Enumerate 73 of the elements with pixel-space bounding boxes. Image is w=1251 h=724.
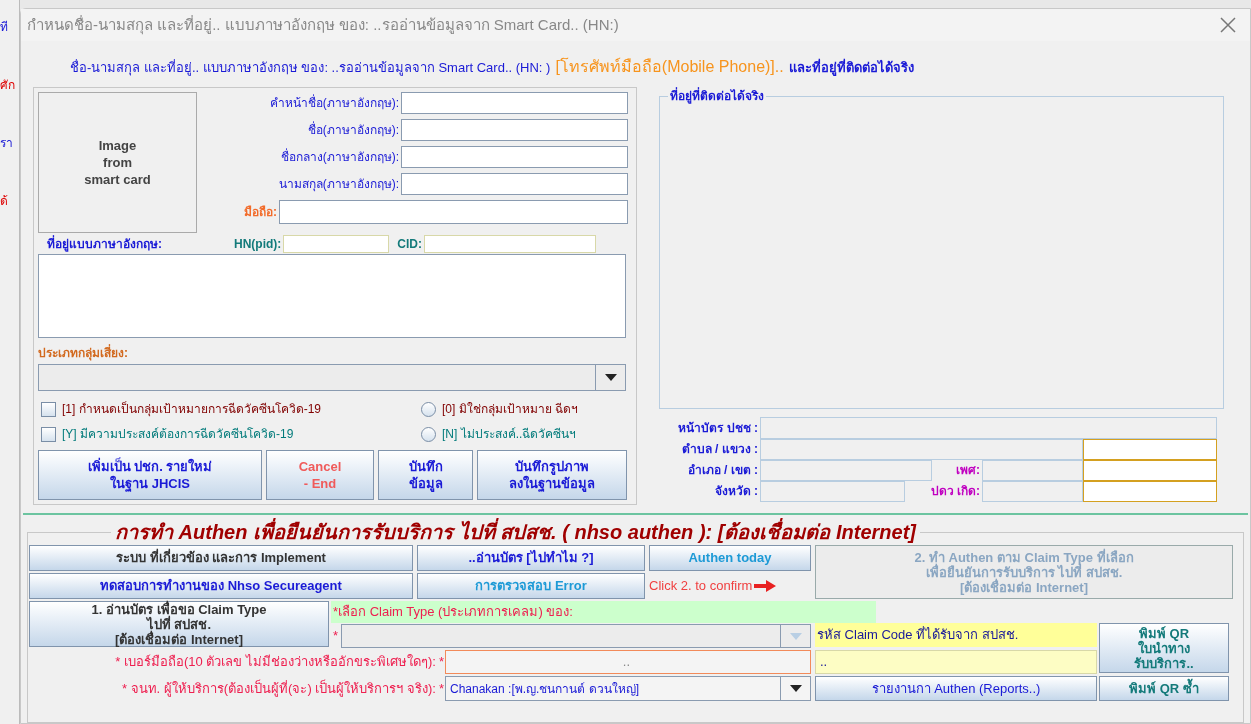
dropdown[interactable]: Chanakan :[พ.ญ.ชนกานต์ ดวนใหญ่] [445,676,811,701]
contact-legend: ที่อยู่ที่ติดต่อได้จริง [668,87,766,105]
text-field[interactable] [1083,481,1217,502]
heading-tail-text: และที่อยู่ที่ติดต่อได้จริง [788,58,914,78]
address-label: ที่อยู่แบบภาษาอังกฤษ: [47,234,163,253]
text-field[interactable] [401,92,628,114]
option-label: [Y] มีความประสงค์ต้องการฉีดวัคซีนโควิด-19 [62,426,294,443]
radio-button[interactable] [421,426,436,442]
text-field[interactable] [760,481,905,502]
arrow-right-icon [754,580,777,592]
read-card-button[interactable]: 1. อ่านบัตร เพื่อขอ Claim Type ไปที่ สปสช. [ต้องเชื่อมต่อ Internet] [29,601,329,647]
required-mark: * [438,679,444,698]
field-label: ตำบล / แขวง : [680,441,759,458]
required-mark: * [438,653,444,672]
background-text: ด้ [0,193,9,210]
heading-phone-text: [โทรศัพท์มือถือ(Mobile Phone)].. [555,56,784,77]
checkbox[interactable] [41,426,56,442]
text-field[interactable] [760,417,1217,439]
risk-group-label: ประเภทกลุ่มเสี่ยง: [38,344,129,362]
authen-button[interactable]: ทดสอบการทำงานของ Nhso Secureagent [29,573,413,599]
print-qr-button[interactable]: พิมพ์ QR ใบนำทาง รับบริการ.. [1099,623,1229,673]
field-label: จังหวัด : [713,483,759,500]
text-field[interactable] [760,439,1083,460]
cid-field[interactable] [424,234,596,253]
text-field[interactable] [1083,439,1217,460]
field-label: หน้าบัตร ปชช : [677,420,759,437]
photo-placeholder-text: Image from smart card [84,137,151,188]
heading-text: ชื่อ-นามสกุล และที่อยู่.. แบบภาษาอังกฤษ ของ: ..รออ่านข้อมูลจาก Smart Card.. (HN: ) [70,58,551,78]
reports-button[interactable]: รายงานกา Authen (Reports..) [815,676,1097,701]
field-label: คำหน้าชื่อ(ภาษาอังกฤษ): [269,94,399,112]
cid-label: CID: [397,235,422,253]
confirm-hint: Click 2. to confirm [649,577,753,596]
dropdown[interactable] [38,364,626,391]
hn-field[interactable] [283,234,390,253]
action-button[interactable]: บันทึกรูปภาพ ลงในฐานข้อมูล [477,450,627,500]
text-field[interactable] [982,460,1083,481]
authen-button[interactable]: ..อ่านบัตร [ไปทำไม ?] [417,545,645,571]
phone-label: * เบอร์มือถือ(10 ตัวเลข ไม่มีช่องว่างหรืออักขระพิเศษใดๆ): [115,653,436,672]
option-label: [0] มิใช่กลุ่มเป้าหมาย ฉีดฯ [442,401,578,418]
field-label: นามสกุล(ภาษาอังกฤษ): [278,176,399,193]
text-field[interactable] [760,460,932,481]
option-label: [1] กำหนดเป็นกลุ่มเป้าหมายการฉีดวัคซีนโควิด-19 [62,400,322,418]
claim-code-field[interactable]: .. [815,650,1097,674]
option-label: [N] ไม่ประสงค์..ฉีดวัคซีนฯ [442,426,577,443]
background-text: ศัก [0,77,16,94]
text-field[interactable] [279,200,628,224]
field-label: มือถือ: [244,204,277,221]
field-label: อำเภอ / เขต : [686,462,759,479]
radio-button[interactable] [421,401,436,417]
text-field[interactable] [401,173,628,195]
claim-type-label: *เลือก Claim Type (ประเภทการเคลม) ของ: [331,601,876,623]
provider-label: * จนท. ผู้ให้บริการ(ต้องเป็นผู้ที่(จะ) เป็นผู้ให้บริการฯ จริง): [121,678,436,699]
field-label: ปดว เกิด: [929,483,981,500]
close-icon[interactable] [1220,17,1236,33]
text-field[interactable] [1083,460,1217,481]
authen-button[interactable]: ระบบ ที่เกี่ยวข้อง และการ Implement [29,545,413,571]
background-text: ที [0,19,9,36]
background-text: รา [0,135,14,152]
claim-code-label: รหัส Claim Code ที่ได้รับจาก สปสช. [815,623,1097,647]
checkbox[interactable] [41,401,56,417]
action-button[interactable]: บันทึก ข้อมูล [378,450,473,500]
hn-label: HN(pid): [234,235,282,253]
text-field[interactable] [401,146,628,168]
reprint-qr-button[interactable]: พิมพ์ QR ซ้ำ [1099,676,1229,701]
required-mark: * [333,627,339,646]
window-title: กำหนดชื่อ-นามสกุล และที่อยู่.. แบบภาษาอังกฤษ ของ: ..รออ่านข้อมูลจาก Smart Card.. (HN:) [27,14,619,37]
field-label: เพศ: [955,462,981,479]
text-field[interactable] [401,119,628,141]
address-textarea[interactable] [38,254,626,338]
action-button[interactable]: เพิ่มเป็น ปชก. รายใหม่ ในฐาน JHCIS [38,450,262,500]
text-field[interactable] [982,481,1083,502]
field-label: ชื่อ(ภาษาอังกฤษ): [307,121,399,139]
field-label: ชื่อกลาง(ภาษาอังกฤษ): [280,148,399,166]
